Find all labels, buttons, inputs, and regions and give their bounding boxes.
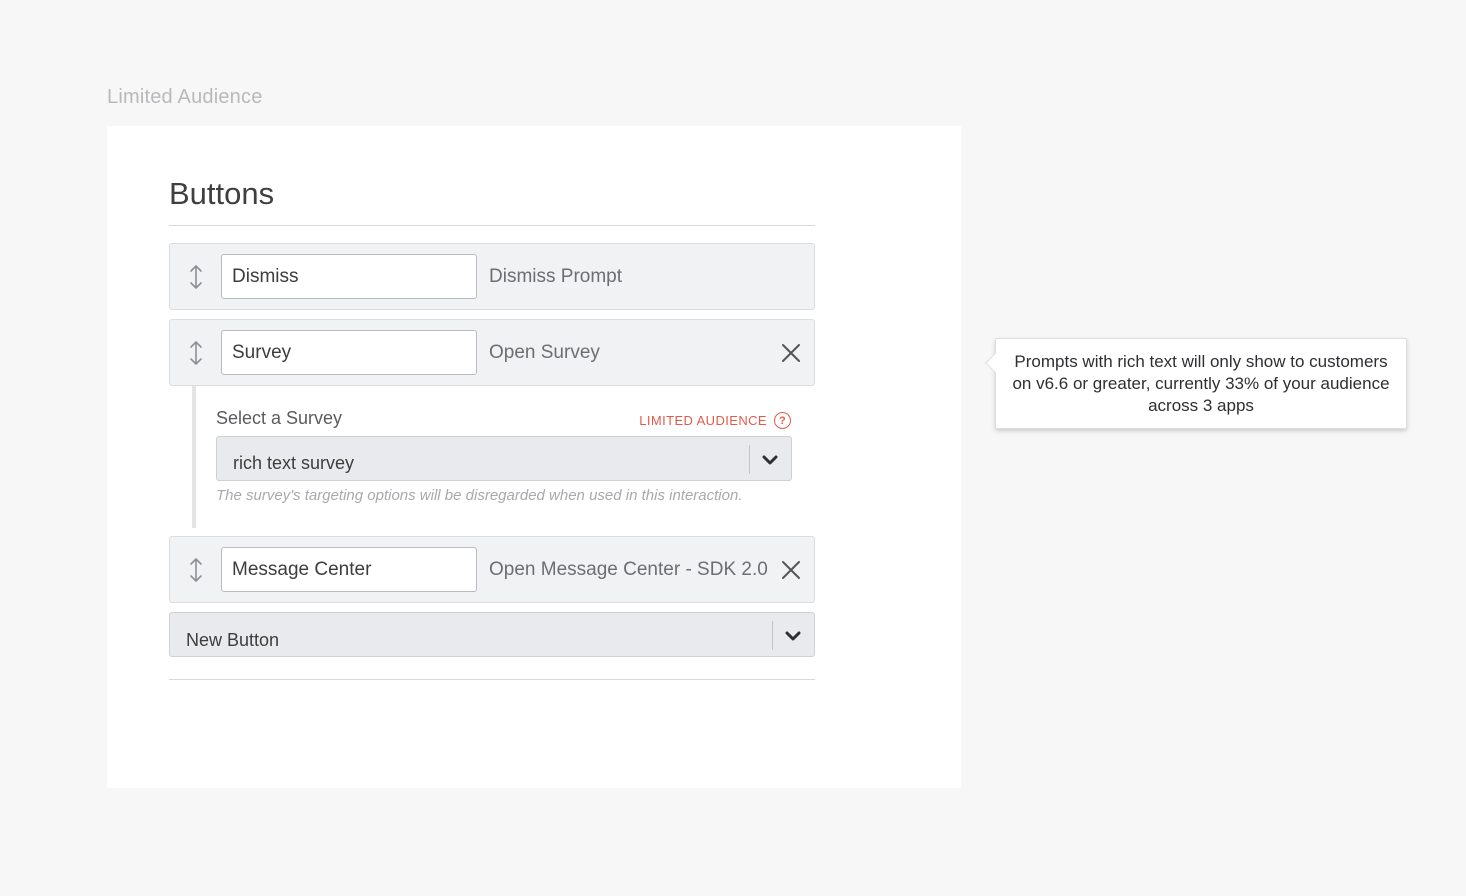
chevron-down-icon[interactable] [761, 451, 779, 469]
survey-settings-panel: Select a Survey LIMITED AUDIENCE ? rich … [169, 386, 815, 528]
section-bottom-divider [169, 679, 815, 680]
limited-audience-tooltip: Prompts with rich text will only show to… [985, 338, 1407, 429]
buttons-editor-card: Buttons Dismiss Prompt Open Survey Selec… [107, 126, 961, 788]
chevron-down-icon[interactable] [784, 627, 802, 645]
drag-handle-icon[interactable] [187, 340, 205, 366]
remove-button-close-icon[interactable] [778, 557, 804, 583]
remove-button-close-icon[interactable] [778, 340, 804, 366]
survey-select-value: rich text survey [233, 453, 355, 473]
new-button-select[interactable]: New Button [169, 612, 815, 657]
button-label-input[interactable] [221, 547, 477, 592]
survey-help-text: The survey's targeting options will be d… [216, 487, 743, 504]
drag-handle-icon[interactable] [187, 264, 205, 290]
button-action-text: Open Message Center - SDK 2.0 [489, 559, 768, 580]
panel-indent-bar [192, 386, 196, 528]
tooltip-text: Prompts with rich text will only show to… [1012, 352, 1390, 415]
limited-audience-badge[interactable]: LIMITED AUDIENCE ? [639, 412, 791, 429]
button-action-text: Dismiss Prompt [489, 266, 623, 287]
section-title: Buttons [169, 176, 275, 211]
button-label-input[interactable] [221, 254, 477, 299]
button-row-dismiss: Dismiss Prompt [169, 243, 815, 310]
new-button-select-value: New Button [186, 630, 280, 650]
button-row-survey: Open Survey [169, 319, 815, 386]
select-divider [772, 621, 773, 650]
section-divider [169, 225, 815, 226]
button-action-text: Open Survey [489, 342, 600, 363]
select-divider [749, 445, 750, 474]
button-label-input[interactable] [221, 330, 477, 375]
frame-label: Limited Audience [107, 86, 263, 108]
tooltip-arrow [985, 353, 1005, 373]
limited-audience-text: LIMITED AUDIENCE [639, 413, 767, 428]
survey-select[interactable]: rich text survey [216, 436, 792, 481]
drag-handle-icon[interactable] [187, 557, 205, 583]
question-circle-icon[interactable]: ? [774, 412, 791, 429]
select-survey-label: Select a Survey [216, 408, 343, 428]
button-row-message-center: Open Message Center - SDK 2.0 [169, 536, 815, 603]
